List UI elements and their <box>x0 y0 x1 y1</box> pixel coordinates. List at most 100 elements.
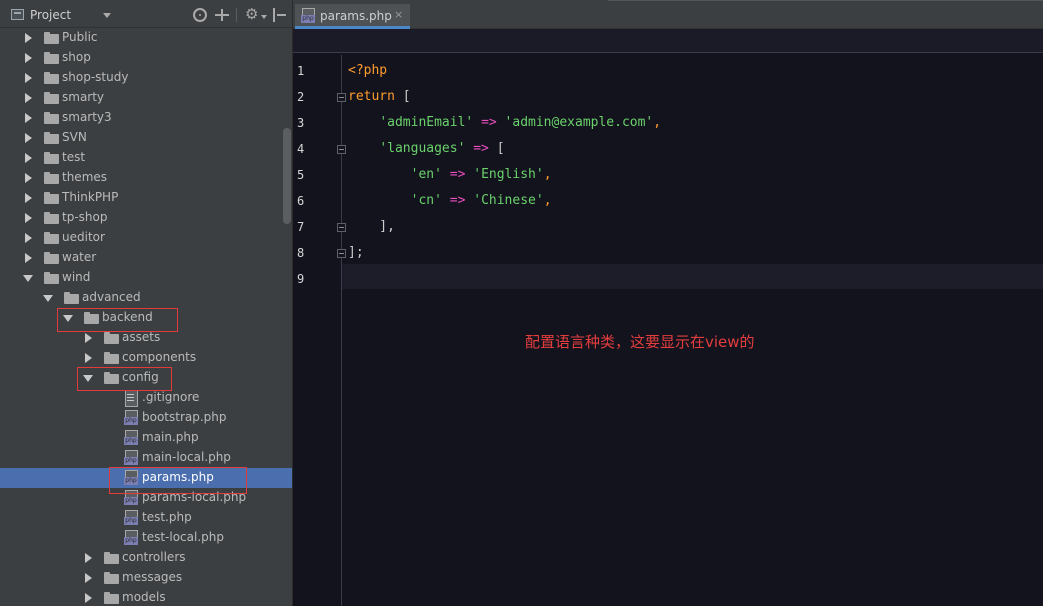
code-line: ]; <box>348 245 364 260</box>
expand-arrow-right-icon[interactable] <box>25 253 32 263</box>
project-panel: Project ⚙ Public shop shop-study smarty smar… <box>0 0 292 606</box>
close-icon[interactable]: × <box>394 8 403 21</box>
tree-item-label: ThinkPHP <box>62 190 119 204</box>
tab-bar-border <box>608 0 1043 1</box>
expand-arrow-down-icon[interactable] <box>43 295 53 302</box>
fold-marker-icon[interactable] <box>337 223 346 232</box>
tree-item-label: messages <box>122 570 183 584</box>
tree-item-label: Public <box>62 30 98 44</box>
chevron-down-icon[interactable] <box>103 13 111 18</box>
tree-file-.gitignore[interactable]: .gitignore <box>0 388 292 408</box>
expand-arrow-right-icon[interactable] <box>25 133 32 143</box>
expand-arrow-right-icon[interactable] <box>85 593 92 603</box>
tree-folder-water[interactable]: water <box>0 248 292 268</box>
tab-params-php[interactable]: params.php × <box>295 4 410 29</box>
expand-arrow-right-icon[interactable] <box>25 73 32 83</box>
tree-file-main-local.php[interactable]: main-local.php <box>0 448 292 468</box>
code-token: 'adminEmail' <box>379 115 474 130</box>
code-token: => <box>449 193 466 208</box>
php-file-icon <box>124 530 138 546</box>
code-token: 'languages' <box>379 141 466 156</box>
fold-marker-icon[interactable] <box>337 145 346 154</box>
tree-folder-ThinkPHP[interactable]: ThinkPHP <box>0 188 292 208</box>
folder-icon <box>44 52 59 64</box>
code-token: 'English' <box>473 167 544 182</box>
expand-arrow-right-icon[interactable] <box>85 553 92 563</box>
folder-icon <box>64 292 79 304</box>
tree-folder-models[interactable]: models <box>0 588 292 606</box>
folder-icon <box>44 212 59 224</box>
tree-item-label: .gitignore <box>142 390 200 404</box>
code-token: , <box>653 115 662 130</box>
hide-panel-icon[interactable] <box>273 8 287 22</box>
line-number: 4 <box>297 142 305 156</box>
tree-item-label: tp-shop <box>62 210 108 224</box>
expand-arrow-right-icon[interactable] <box>25 53 32 63</box>
tree-file-main.php[interactable]: main.php <box>0 428 292 448</box>
project-view-selector[interactable]: Project <box>30 8 71 22</box>
expand-arrow-right-icon[interactable] <box>25 233 32 243</box>
code-token: => <box>473 141 489 156</box>
project-panel-scrollbar[interactable] <box>283 128 291 224</box>
fold-marker-icon[interactable] <box>337 93 346 102</box>
tree-folder-advanced[interactable]: advanced <box>0 288 292 308</box>
tree-item-label: models <box>122 590 166 604</box>
code-token: ], <box>348 219 395 234</box>
tree-folder-themes[interactable]: themes <box>0 168 292 188</box>
tree-folder-shop-study[interactable]: shop-study <box>0 68 292 88</box>
tree-folder-messages[interactable]: messages <box>0 568 292 588</box>
expand-arrow-right-icon[interactable] <box>85 333 92 343</box>
tree-item-label: themes <box>62 170 108 184</box>
expand-arrow-right-icon[interactable] <box>25 33 32 43</box>
code-token: , <box>543 193 552 208</box>
scroll-from-source-icon[interactable] <box>193 8 207 22</box>
tree-item-label: water <box>62 250 97 264</box>
tree-folder-SVN[interactable]: SVN <box>0 128 292 148</box>
current-line-highlight <box>293 264 1043 289</box>
expand-arrow-right-icon[interactable] <box>25 193 32 203</box>
gear-icon[interactable]: ⚙ <box>245 7 259 22</box>
tree-file-test.php[interactable]: test.php <box>0 508 292 528</box>
expand-arrow-right-icon[interactable] <box>25 153 32 163</box>
tree-file-bootstrap.php[interactable]: bootstrap.php <box>0 408 292 428</box>
line-number: 8 <box>297 246 305 260</box>
tree-item-label: shop <box>62 50 91 64</box>
tree-folder-shop[interactable]: shop <box>0 48 292 68</box>
folder-icon <box>44 92 59 104</box>
tree-folder-components[interactable]: components <box>0 348 292 368</box>
tree-folder-test[interactable]: test <box>0 148 292 168</box>
folder-icon <box>44 172 59 184</box>
expand-arrow-right-icon[interactable] <box>25 213 32 223</box>
line-number: 2 <box>297 90 305 104</box>
tree-folder-ueditor[interactable]: ueditor <box>0 228 292 248</box>
tree-file-test-local.php[interactable]: test-local.php <box>0 528 292 548</box>
line-number-gutter: 1 2 3 4 5 6 7 8 9 <box>293 55 341 606</box>
tree-folder-smarty3[interactable]: smarty3 <box>0 108 292 128</box>
gutter-divider <box>341 55 342 606</box>
gear-dropdown-icon[interactable] <box>261 15 267 19</box>
line-number: 5 <box>297 168 305 182</box>
tree-folder-wind[interactable]: wind <box>0 268 292 288</box>
tree-folder-smarty[interactable]: smarty <box>0 88 292 108</box>
collapse-all-icon[interactable] <box>215 8 229 22</box>
tree-item-label: shop-study <box>62 70 129 84</box>
tree-folder-Public[interactable]: Public <box>0 28 292 48</box>
fold-marker-icon[interactable] <box>337 249 346 258</box>
folder-icon <box>44 232 59 244</box>
tree-item-label: ueditor <box>62 230 105 244</box>
expand-arrow-right-icon[interactable] <box>25 93 32 103</box>
expand-arrow-right-icon[interactable] <box>85 573 92 583</box>
tree-folder-tp-shop[interactable]: tp-shop <box>0 208 292 228</box>
expand-arrow-right-icon[interactable] <box>85 353 92 363</box>
tree-folder-controllers[interactable]: controllers <box>0 548 292 568</box>
expand-arrow-right-icon[interactable] <box>25 113 32 123</box>
expand-arrow-right-icon[interactable] <box>25 173 32 183</box>
php-file-icon <box>124 450 138 466</box>
folder-icon <box>104 552 119 564</box>
expand-arrow-down-icon[interactable] <box>23 275 33 282</box>
